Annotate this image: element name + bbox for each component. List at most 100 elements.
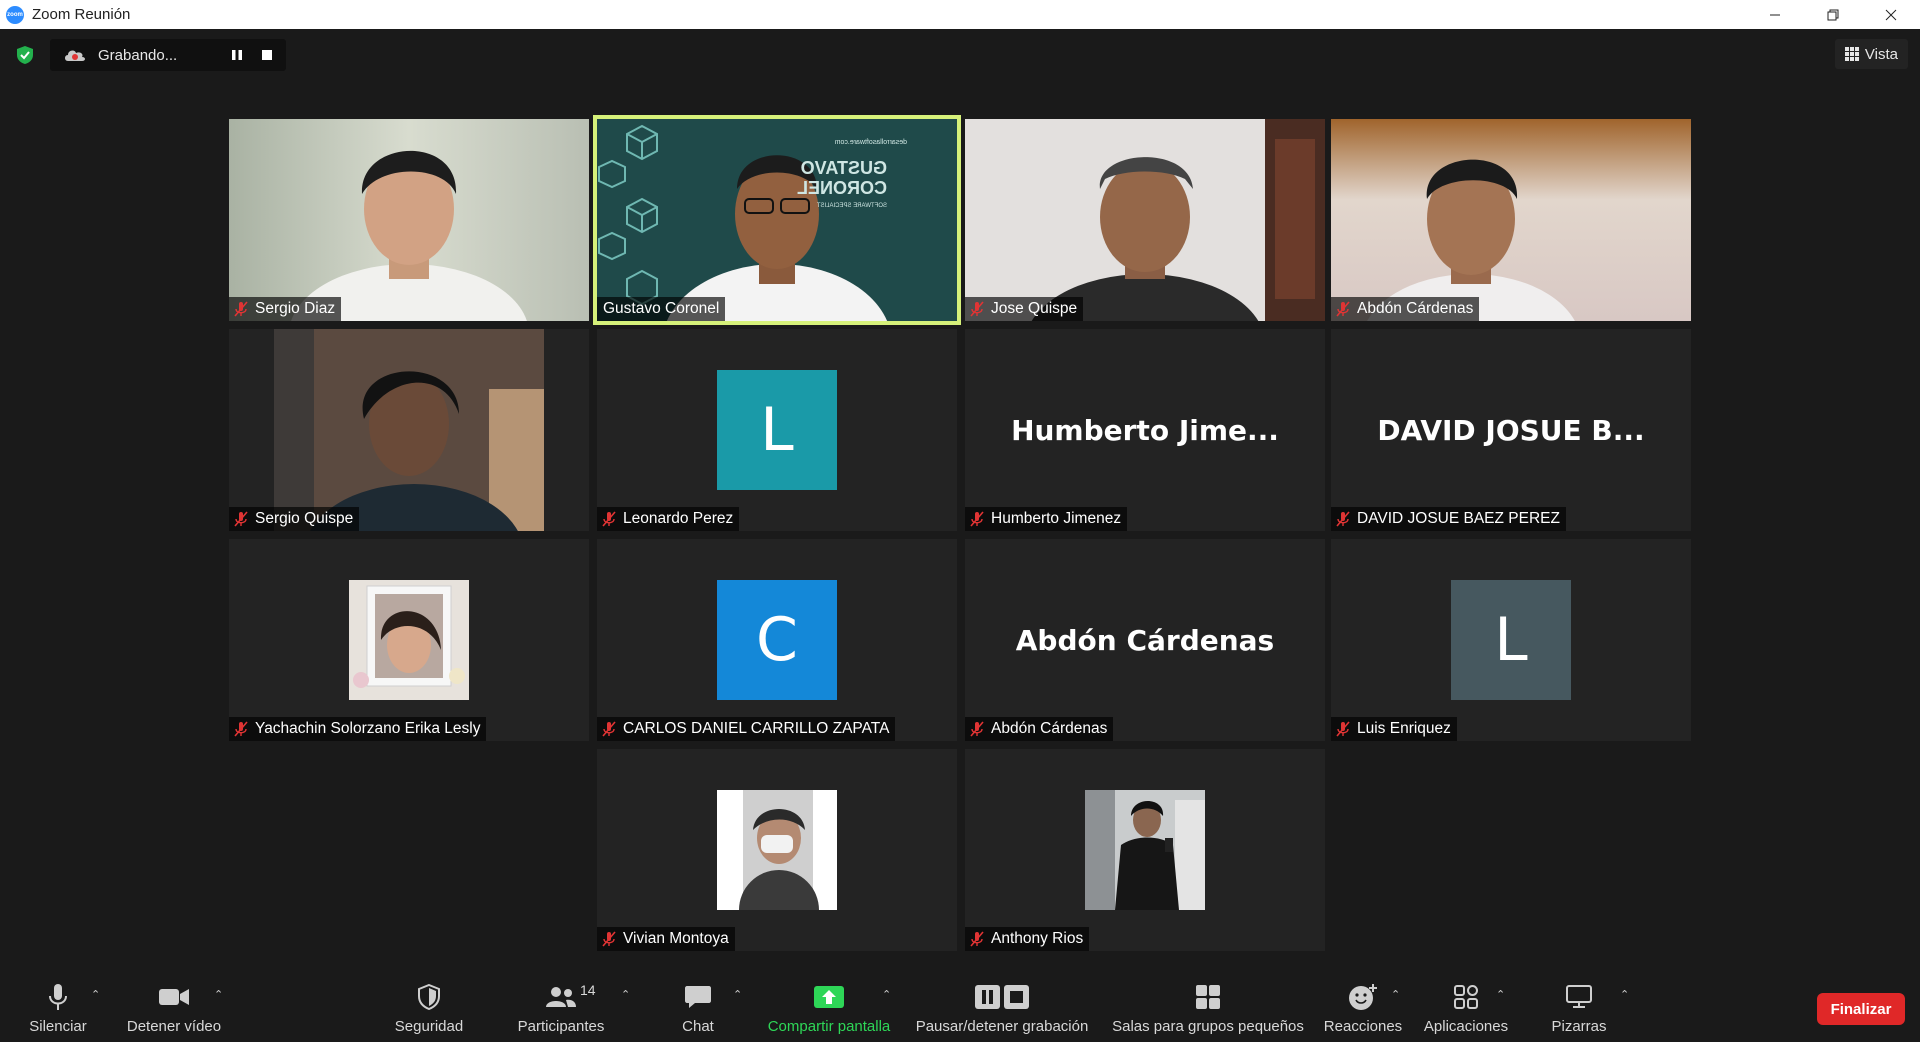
participants-label: Participantes [517,1018,605,1035]
participants-icon [546,987,576,1007]
muted-microphone-icon [1336,721,1350,737]
stop-recording-button[interactable] [256,45,278,65]
svg-text:GUSTAVO: GUSTAVO [801,158,887,178]
apps-options-chevron-icon[interactable]: ⌃ [1496,988,1505,1001]
participant-name: Jose Quispe [991,300,1078,317]
participant-name: Abdón Cárdenas [1357,300,1474,317]
participant-avatar: L [1451,580,1571,700]
participant-nameplate: Sergio Diaz [229,297,342,321]
apps-label: Aplicaciones [1423,1018,1509,1035]
participant-tile[interactable]: L Luis Enriquez [1331,539,1691,741]
participant-nameplate: Abdón Cárdenas [1331,297,1480,321]
participant-video [965,119,1325,321]
pause-icon [232,50,242,60]
chat-button[interactable]: Chat [676,982,720,1035]
restore-button[interactable] [1804,0,1862,29]
participant-name: Gustavo Coronel [603,300,720,317]
muted-microphone-icon [602,931,616,947]
participant-name: Abdón Cárdenas [991,720,1108,737]
meeting-area: Grabando... Vista Sergio Diaz GUSTAVO CO… [0,29,1920,970]
participant-video: GUSTAVO CORONEL SOFTWARE SPECIALIST desa… [597,119,957,321]
security-button[interactable]: Seguridad [390,982,468,1035]
muted-microphone-icon [234,301,248,317]
participant-nameplate: Sergio Quispe [229,507,360,531]
participant-tile[interactable]: Abdón Cárdenas Abdón Cárdenas [965,539,1325,741]
participant-video [229,329,589,531]
participant-tile[interactable]: Sergio Quispe [229,329,589,531]
reactions-options-chevron-icon[interactable]: ⌃ [1391,988,1400,1001]
participant-nameplate: DAVID JOSUE BAEZ PEREZ [1331,507,1566,531]
participant-tile[interactable]: DAVID JOSUE B... DAVID JOSUE BAEZ PEREZ [1331,329,1691,531]
stop-video-label: Detener vídeo [126,1018,222,1035]
participant-video [229,119,589,321]
participant-tile-active-speaker[interactable]: GUSTAVO CORONEL SOFTWARE SPECIALIST desa… [593,115,961,325]
restore-icon [1827,9,1839,20]
participant-tile[interactable]: Sergio Diaz [229,119,589,321]
participant-nameplate: Humberto Jimenez [965,507,1128,531]
participant-display-name: Humberto Jime... [1011,413,1279,447]
grid-view-icon [1844,47,1859,61]
minimize-icon [1770,14,1780,15]
participant-name: Luis Enriquez [1357,720,1451,737]
participant-tile[interactable]: L Leonardo Perez [597,329,957,531]
close-icon [1885,9,1897,20]
encryption-shield-icon[interactable] [15,45,35,65]
stop-video-button[interactable]: Detener vídeo [122,982,226,1035]
close-button[interactable] [1862,0,1920,29]
pause-stop-recording-button[interactable]: Pausar/detener grabación [912,982,1092,1035]
participant-name: Sergio Quispe [255,510,354,527]
participant-avatar: L [717,370,837,490]
participant-nameplate: Anthony Rios [965,927,1090,951]
title-bar: zoom Zoom Reunión [0,0,1920,29]
participant-name: CARLOS DANIEL CARRILLO ZAPATA [623,720,890,737]
pause-recording-button[interactable] [226,45,248,65]
participant-name: Leonardo Perez [623,510,734,527]
participant-nameplate: Jose Quispe [965,297,1084,321]
chat-label: Chat [682,1018,714,1035]
participant-tile[interactable]: Anthony Rios [965,749,1325,951]
mute-button[interactable]: Silenciar [22,982,94,1035]
participant-tile[interactable]: Vivian Montoya [597,749,957,951]
chat-options-chevron-icon[interactable]: ⌃ [733,988,742,1001]
participant-tile[interactable]: Humberto Jime... Humberto Jimenez [965,329,1325,531]
muted-microphone-icon [970,931,984,947]
whiteboards-button[interactable]: Pizarras [1546,982,1612,1035]
share-screen-button[interactable]: Compartir pantalla [762,982,896,1035]
chat-bubble-icon [685,986,711,1008]
participant-nameplate: CARLOS DANIEL CARRILLO ZAPATA [597,717,896,741]
muted-microphone-icon [970,511,984,527]
reactions-smiley-icon [1349,984,1377,1010]
video-camera-icon [159,989,189,1005]
view-button[interactable]: Vista [1834,39,1908,69]
participant-nameplate: Luis Enriquez [1331,717,1457,741]
muted-microphone-icon [234,721,248,737]
participant-nameplate: Leonardo Perez [597,507,740,531]
end-meeting-button[interactable]: Finalizar [1817,993,1905,1025]
participant-tile[interactable]: C CARLOS DANIEL CARRILLO ZAPATA [597,539,957,741]
muted-microphone-icon [602,511,616,527]
stop-icon [262,50,272,60]
svg-text:SOFTWARE SPECIALIST: SOFTWARE SPECIALIST [817,203,887,209]
participant-tile[interactable]: Abdón Cárdenas [1331,119,1691,321]
window-controls [1746,0,1920,29]
video-options-chevron-icon[interactable]: ⌃ [214,988,223,1001]
participant-tile[interactable]: Jose Quispe [965,119,1325,321]
share-screen-icon [814,986,844,1008]
participant-nameplate: Gustavo Coronel [597,297,726,321]
participants-button[interactable]: 14 Participantes [515,982,607,1035]
window-title: Zoom Reunión [32,6,131,23]
muted-microphone-icon [970,721,984,737]
whiteboards-options-chevron-icon[interactable]: ⌃ [1620,988,1629,1001]
share-options-chevron-icon[interactable]: ⌃ [882,988,891,1001]
minimize-button[interactable] [1746,0,1804,29]
muted-microphone-icon [1336,511,1350,527]
svg-text:CORONEL: CORONEL [797,178,887,198]
whiteboards-label: Pizarras [1551,1018,1607,1035]
recording-indicator: Grabando... [50,39,286,71]
participant-tile[interactable]: Yachachin Solorzano Erika Lesly [229,539,589,741]
apps-icon [1454,985,1478,1009]
participants-options-chevron-icon[interactable]: ⌃ [621,988,630,1001]
breakout-rooms-button[interactable]: Salas para grupos pequeños [1108,982,1308,1035]
audio-options-chevron-icon[interactable]: ⌃ [91,988,100,1001]
svg-text:desarrollasoftware.com: desarrollasoftware.com [834,139,907,146]
